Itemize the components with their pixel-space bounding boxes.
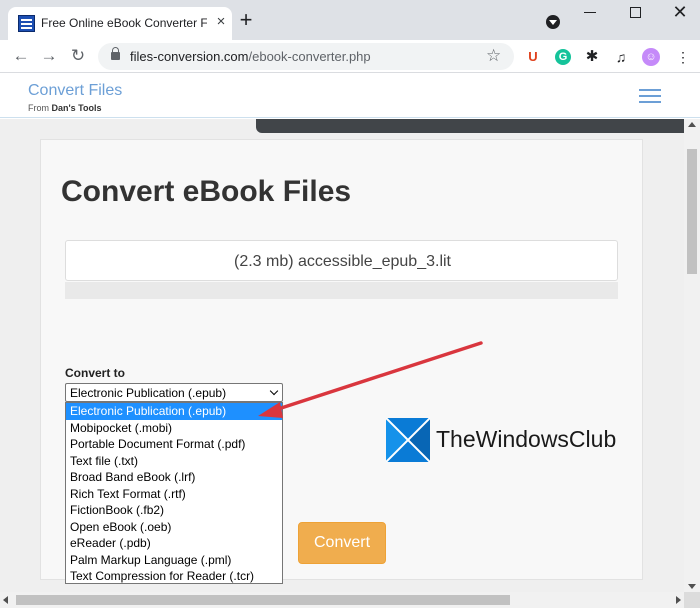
page-title: Convert eBook Files	[61, 175, 352, 208]
scroll-down-arrow-icon[interactable]	[688, 584, 696, 589]
format-option[interactable]: eReader (.pdb)	[66, 535, 282, 552]
browser-tab[interactable]: Free Online eBook Converter File ×	[8, 7, 232, 40]
windows-logo-icon	[385, 417, 431, 463]
site-brand-subtitle: From Dan's Tools	[28, 103, 102, 113]
scroll-up-arrow-icon[interactable]	[688, 122, 696, 127]
browser-menu-icon[interactable]: ⋮	[676, 48, 690, 66]
scroll-right-arrow-icon[interactable]	[676, 596, 681, 604]
url-text[interactable]: files-conversion.com/ebook-converter.php	[130, 49, 371, 64]
back-button[interactable]: ←	[9, 44, 33, 68]
brand-sub-prefix: From	[28, 103, 49, 113]
format-option[interactable]: Broad Band eBook (.lrf)	[66, 469, 282, 486]
browser-toolbar: ← → ↻ files-conversion.com/ebook-convert…	[0, 40, 700, 73]
format-option[interactable]: Electronic Publication (.epub)	[66, 403, 282, 420]
uploaded-file-label: (2.3 mb) accessible_epub_3.lit	[233, 253, 451, 270]
vertical-scrollbar[interactable]	[684, 119, 700, 592]
media-control-icon[interactable]: ♫	[612, 48, 630, 66]
format-option[interactable]: Portable Document Format (.pdf)	[66, 436, 282, 453]
format-select[interactable]: Electronic Publication (.epub)	[65, 383, 283, 402]
upload-progress-bar	[65, 282, 618, 299]
uploaded-file-box: (2.3 mb) accessible_epub_3.lit	[65, 240, 618, 281]
new-tab-button[interactable]: +	[236, 9, 256, 31]
convert-to-label: Convert to	[65, 366, 125, 380]
format-option[interactable]: Mobipocket (.mobi)	[66, 420, 282, 437]
reload-button[interactable]: ↻	[66, 44, 90, 68]
maximize-button[interactable]	[630, 7, 641, 18]
lock-icon[interactable]	[111, 47, 120, 60]
chevron-down-icon	[269, 386, 279, 396]
scroll-left-arrow-icon[interactable]	[3, 596, 8, 604]
minimize-button[interactable]	[584, 12, 596, 13]
extension-u-icon[interactable]: U	[526, 48, 540, 66]
tab-bar: Free Online eBook Converter File × + ✕	[0, 0, 700, 40]
format-option[interactable]: Text file (.txt)	[66, 453, 282, 470]
site-header: Convert Files From Dan's Tools	[0, 74, 700, 118]
tab-title: Free Online eBook Converter File	[41, 16, 207, 30]
scrollbar-corner	[684, 592, 700, 608]
format-option[interactable]: Palm Markup Language (.pml)	[66, 552, 282, 569]
address-bar[interactable]: files-conversion.com/ebook-converter.php…	[98, 43, 514, 70]
format-dropdown-list: Electronic Publication (.epub) Mobipocket…	[65, 402, 283, 584]
tab-close-button[interactable]: ×	[212, 13, 230, 31]
format-option[interactable]: Rich Text Format (.rtf)	[66, 486, 282, 503]
forward-button[interactable]: →	[37, 44, 61, 68]
brand-sub-name: Dan's Tools	[51, 103, 102, 113]
grammarly-icon[interactable]: G	[555, 49, 571, 65]
vertical-scroll-thumb[interactable]	[687, 149, 697, 274]
horizontal-scroll-thumb[interactable]	[16, 595, 510, 605]
site-brand-link[interactable]: Convert Files	[28, 82, 122, 100]
horizontal-scrollbar[interactable]	[0, 592, 684, 608]
dark-banner-strip	[256, 119, 684, 133]
format-option[interactable]: FictionBook (.fb2)	[66, 502, 282, 519]
hamburger-menu-icon[interactable]	[639, 89, 661, 103]
format-select-value: Electronic Publication (.epub)	[70, 386, 227, 400]
format-option[interactable]: Open eBook (.oeb)	[66, 519, 282, 536]
tab-search-icon[interactable]	[546, 15, 560, 29]
url-domain: files-conversion.com	[130, 49, 249, 64]
site-favicon-icon	[18, 15, 35, 32]
format-option[interactable]: Text Compression for Reader (.tcr)	[66, 568, 282, 585]
url-path: /ebook-converter.php	[248, 49, 371, 64]
convert-button[interactable]: Convert	[298, 522, 386, 564]
watermark-text: TheWindowsClub	[436, 426, 617, 452]
profile-avatar[interactable]: ☺	[642, 48, 660, 66]
window-close-button[interactable]: ✕	[670, 2, 690, 22]
bookmark-star-icon[interactable]: ☆	[486, 46, 501, 66]
extensions-puzzle-icon[interactable]: ✱	[583, 48, 601, 66]
